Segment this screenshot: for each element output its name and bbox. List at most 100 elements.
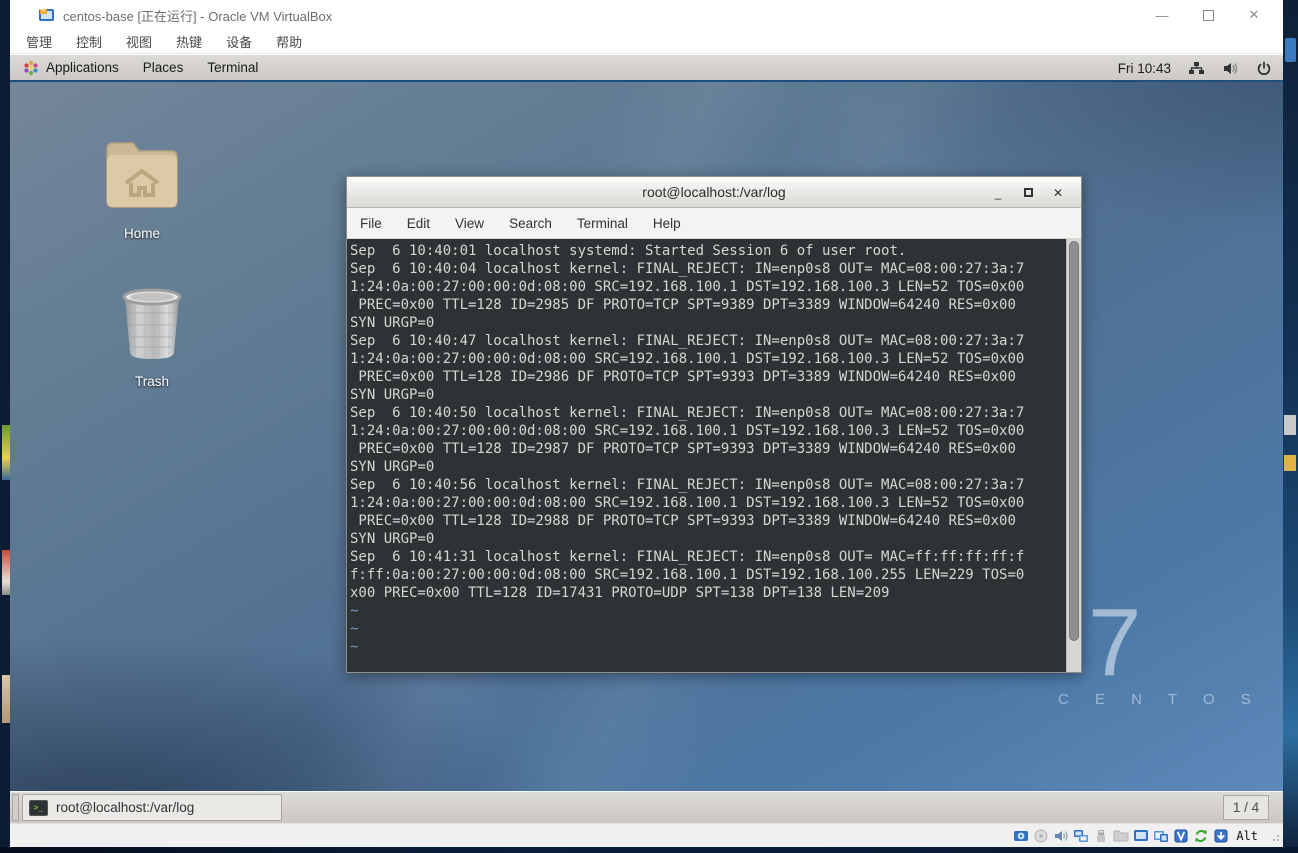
log-line: Sep 6 10:41:31 localhost kernel: FINAL_R… <box>350 548 1063 566</box>
gnome-bottom-panel: >_ root@localhost:/var/log 1 / 4 <box>10 791 1283 823</box>
terminal-close-button[interactable]: ✕ <box>1043 180 1073 206</box>
log-line: 1:24:0a:00:27:00:00:0d:08:00 SRC=192.168… <box>350 494 1063 512</box>
log-line: SYN URGP=0 <box>350 386 1063 404</box>
tilde-marker: ~ <box>350 638 358 656</box>
window-title: centos-base [正在运行] - Oracle VM VirtualBo… <box>63 6 332 25</box>
terminal-scrollbar[interactable] <box>1066 239 1081 672</box>
recording-icon[interactable] <box>1152 828 1169 845</box>
terminal-log-lines: Sep 6 10:40:01 localhost systemd: Starte… <box>350 242 1063 602</box>
terminal-minimize-button[interactable]: _ <box>983 180 1013 206</box>
log-line: 1:24:0a:00:27:00:00:0d:08:00 SRC=192.168… <box>350 422 1063 440</box>
log-line: Sep 6 10:40:04 localhost kernel: FINAL_R… <box>350 260 1063 278</box>
host-icon-fragment <box>2 550 10 595</box>
terminal-titlebar[interactable]: root@localhost:/var/log _ ✕ <box>347 177 1081 208</box>
virtualbox-menubar: 管理 控制 视图 热键 设备 帮助 <box>10 30 1283 54</box>
log-line: 1:24:0a:00:27:00:00:0d:08:00 SRC=192.168… <box>350 350 1063 368</box>
shared-folders-icon[interactable] <box>1112 828 1129 845</box>
terminal-content[interactable]: Sep 6 10:40:01 localhost systemd: Starte… <box>347 239 1081 672</box>
volume-icon[interactable] <box>1221 60 1239 78</box>
vbox-menu-item[interactable]: 帮助 <box>276 32 302 51</box>
log-line: PREC=0x00 TTL=128 ID=2988 DF PROTO=TCP S… <box>350 512 1063 530</box>
host-minimize-button[interactable]: — <box>1139 0 1185 30</box>
host-icon-fragment <box>1284 455 1296 471</box>
desktop-icon-trash[interactable]: Trash <box>97 283 207 389</box>
vbox-menu-item[interactable]: 热键 <box>176 32 202 51</box>
maximize-icon <box>1024 188 1033 197</box>
home-folder-icon <box>99 131 185 217</box>
panel-clock[interactable]: Fri 10:43 <box>1118 61 1171 76</box>
task-label: root@localhost:/var/log <box>56 800 194 815</box>
applications-icon <box>22 59 40 77</box>
tilde-marker: ~ <box>350 602 358 620</box>
terminal-menu-item[interactable]: Edit <box>407 216 430 231</box>
terminal-menu-item[interactable]: File <box>360 216 382 231</box>
centos-watermark-text: C E N T O S <box>1058 691 1262 708</box>
virtualbox-window: centos-base [正在运行] - Oracle VM VirtualBo… <box>10 0 1283 847</box>
log-line: PREC=0x00 TTL=128 ID=2985 DF PROTO=TCP S… <box>350 296 1063 314</box>
terminal-menu[interactable]: Terminal <box>195 55 270 80</box>
log-line: SYN URGP=0 <box>350 530 1063 548</box>
gnome-top-panel: Applications Places Terminal Fri 10:43 <box>10 55 1283 82</box>
host-desktop-edge-right <box>1283 0 1298 853</box>
vbox-menu-item[interactable]: 设备 <box>226 32 252 51</box>
vbox-menu-item[interactable]: 控制 <box>76 32 102 51</box>
keyboard-capture-icon[interactable] <box>1212 828 1229 845</box>
host-close-button[interactable]: ✕ <box>1231 0 1277 30</box>
terminal-empty-markers: ~~~ <box>350 602 358 656</box>
virtualbox-vm-icon <box>38 7 55 24</box>
terminal-window: root@localhost:/var/log _ ✕ File Edit View… <box>346 176 1082 673</box>
network-adapters-icon[interactable] <box>1072 828 1089 845</box>
scrollbar-thumb[interactable] <box>1069 241 1079 641</box>
vbox-menu-item[interactable]: 管理 <box>26 32 52 51</box>
audio-icon[interactable] <box>1052 828 1069 845</box>
log-line: f:ff:0a:00:27:00:00:0d:08:00 SRC=192.168… <box>350 566 1063 584</box>
terminal-menu-item[interactable]: View <box>455 216 484 231</box>
host-maximize-button[interactable] <box>1185 0 1231 30</box>
virtualbox-titlebar: centos-base [正在运行] - Oracle VM VirtualBo… <box>10 0 1283 30</box>
workspace-pager[interactable]: 1 / 4 <box>1223 795 1269 820</box>
mouse-integration-icon[interactable] <box>1192 828 1209 845</box>
host-icon-fragment <box>1284 415 1296 435</box>
applications-menu-label: Applications <box>46 60 119 75</box>
host-icon-fragment <box>2 675 10 723</box>
resize-grip-icon[interactable] <box>1269 831 1279 841</box>
desktop-icon-label: Trash <box>97 374 207 389</box>
log-line: SYN URGP=0 <box>350 314 1063 332</box>
terminal-menu-item[interactable]: Terminal <box>577 216 628 231</box>
host-icon-fragment <box>1285 38 1296 62</box>
log-line: Sep 6 10:40:01 localhost systemd: Starte… <box>350 242 1063 260</box>
terminal-menu-item[interactable]: Search <box>509 216 552 231</box>
vbox-menu-item[interactable]: 视图 <box>126 32 152 51</box>
log-line: Sep 6 10:40:50 localhost kernel: FINAL_R… <box>350 404 1063 422</box>
terminal-menu-label: Terminal <box>207 60 258 75</box>
tilde-marker: ~ <box>350 620 358 638</box>
places-menu[interactable]: Places <box>131 55 196 80</box>
desktop-icon-home[interactable]: Home <box>87 131 197 241</box>
centos-watermark-number: 7 <box>1088 595 1141 691</box>
log-line: PREC=0x00 TTL=128 ID=2987 DF PROTO=TCP S… <box>350 440 1063 458</box>
terminal-maximize-button[interactable] <box>1013 180 1043 206</box>
optical-drives-icon[interactable] <box>1032 828 1049 845</box>
power-icon[interactable] <box>1255 60 1273 78</box>
display-icon[interactable] <box>1132 828 1149 845</box>
log-line: Sep 6 10:40:47 localhost kernel: FINAL_R… <box>350 332 1063 350</box>
vm-features-icon[interactable] <box>1172 828 1189 845</box>
virtualbox-statusbar: Alt <box>10 823 1283 847</box>
places-menu-label: Places <box>143 60 184 75</box>
log-line: SYN URGP=0 <box>350 458 1063 476</box>
applications-menu[interactable]: Applications <box>10 55 131 80</box>
trash-icon <box>113 283 191 365</box>
usb-icon[interactable] <box>1092 828 1109 845</box>
host-key-label: Alt <box>1236 829 1258 843</box>
maximize-icon <box>1203 10 1214 21</box>
terminal-task-icon: >_ <box>29 800 48 816</box>
taskbar-window-button[interactable]: >_ root@localhost:/var/log <box>22 794 282 821</box>
log-line: 1:24:0a:00:27:00:00:0d:08:00 SRC=192.168… <box>350 278 1063 296</box>
hard-disks-icon[interactable] <box>1012 828 1029 845</box>
terminal-menu-item[interactable]: Help <box>653 216 681 231</box>
host-icon-fragment <box>2 425 10 480</box>
network-icon[interactable] <box>1187 60 1205 78</box>
log-line: PREC=0x00 TTL=128 ID=2986 DF PROTO=TCP S… <box>350 368 1063 386</box>
desktop-icon-label: Home <box>87 226 197 241</box>
show-desktop-button[interactable] <box>12 794 19 821</box>
